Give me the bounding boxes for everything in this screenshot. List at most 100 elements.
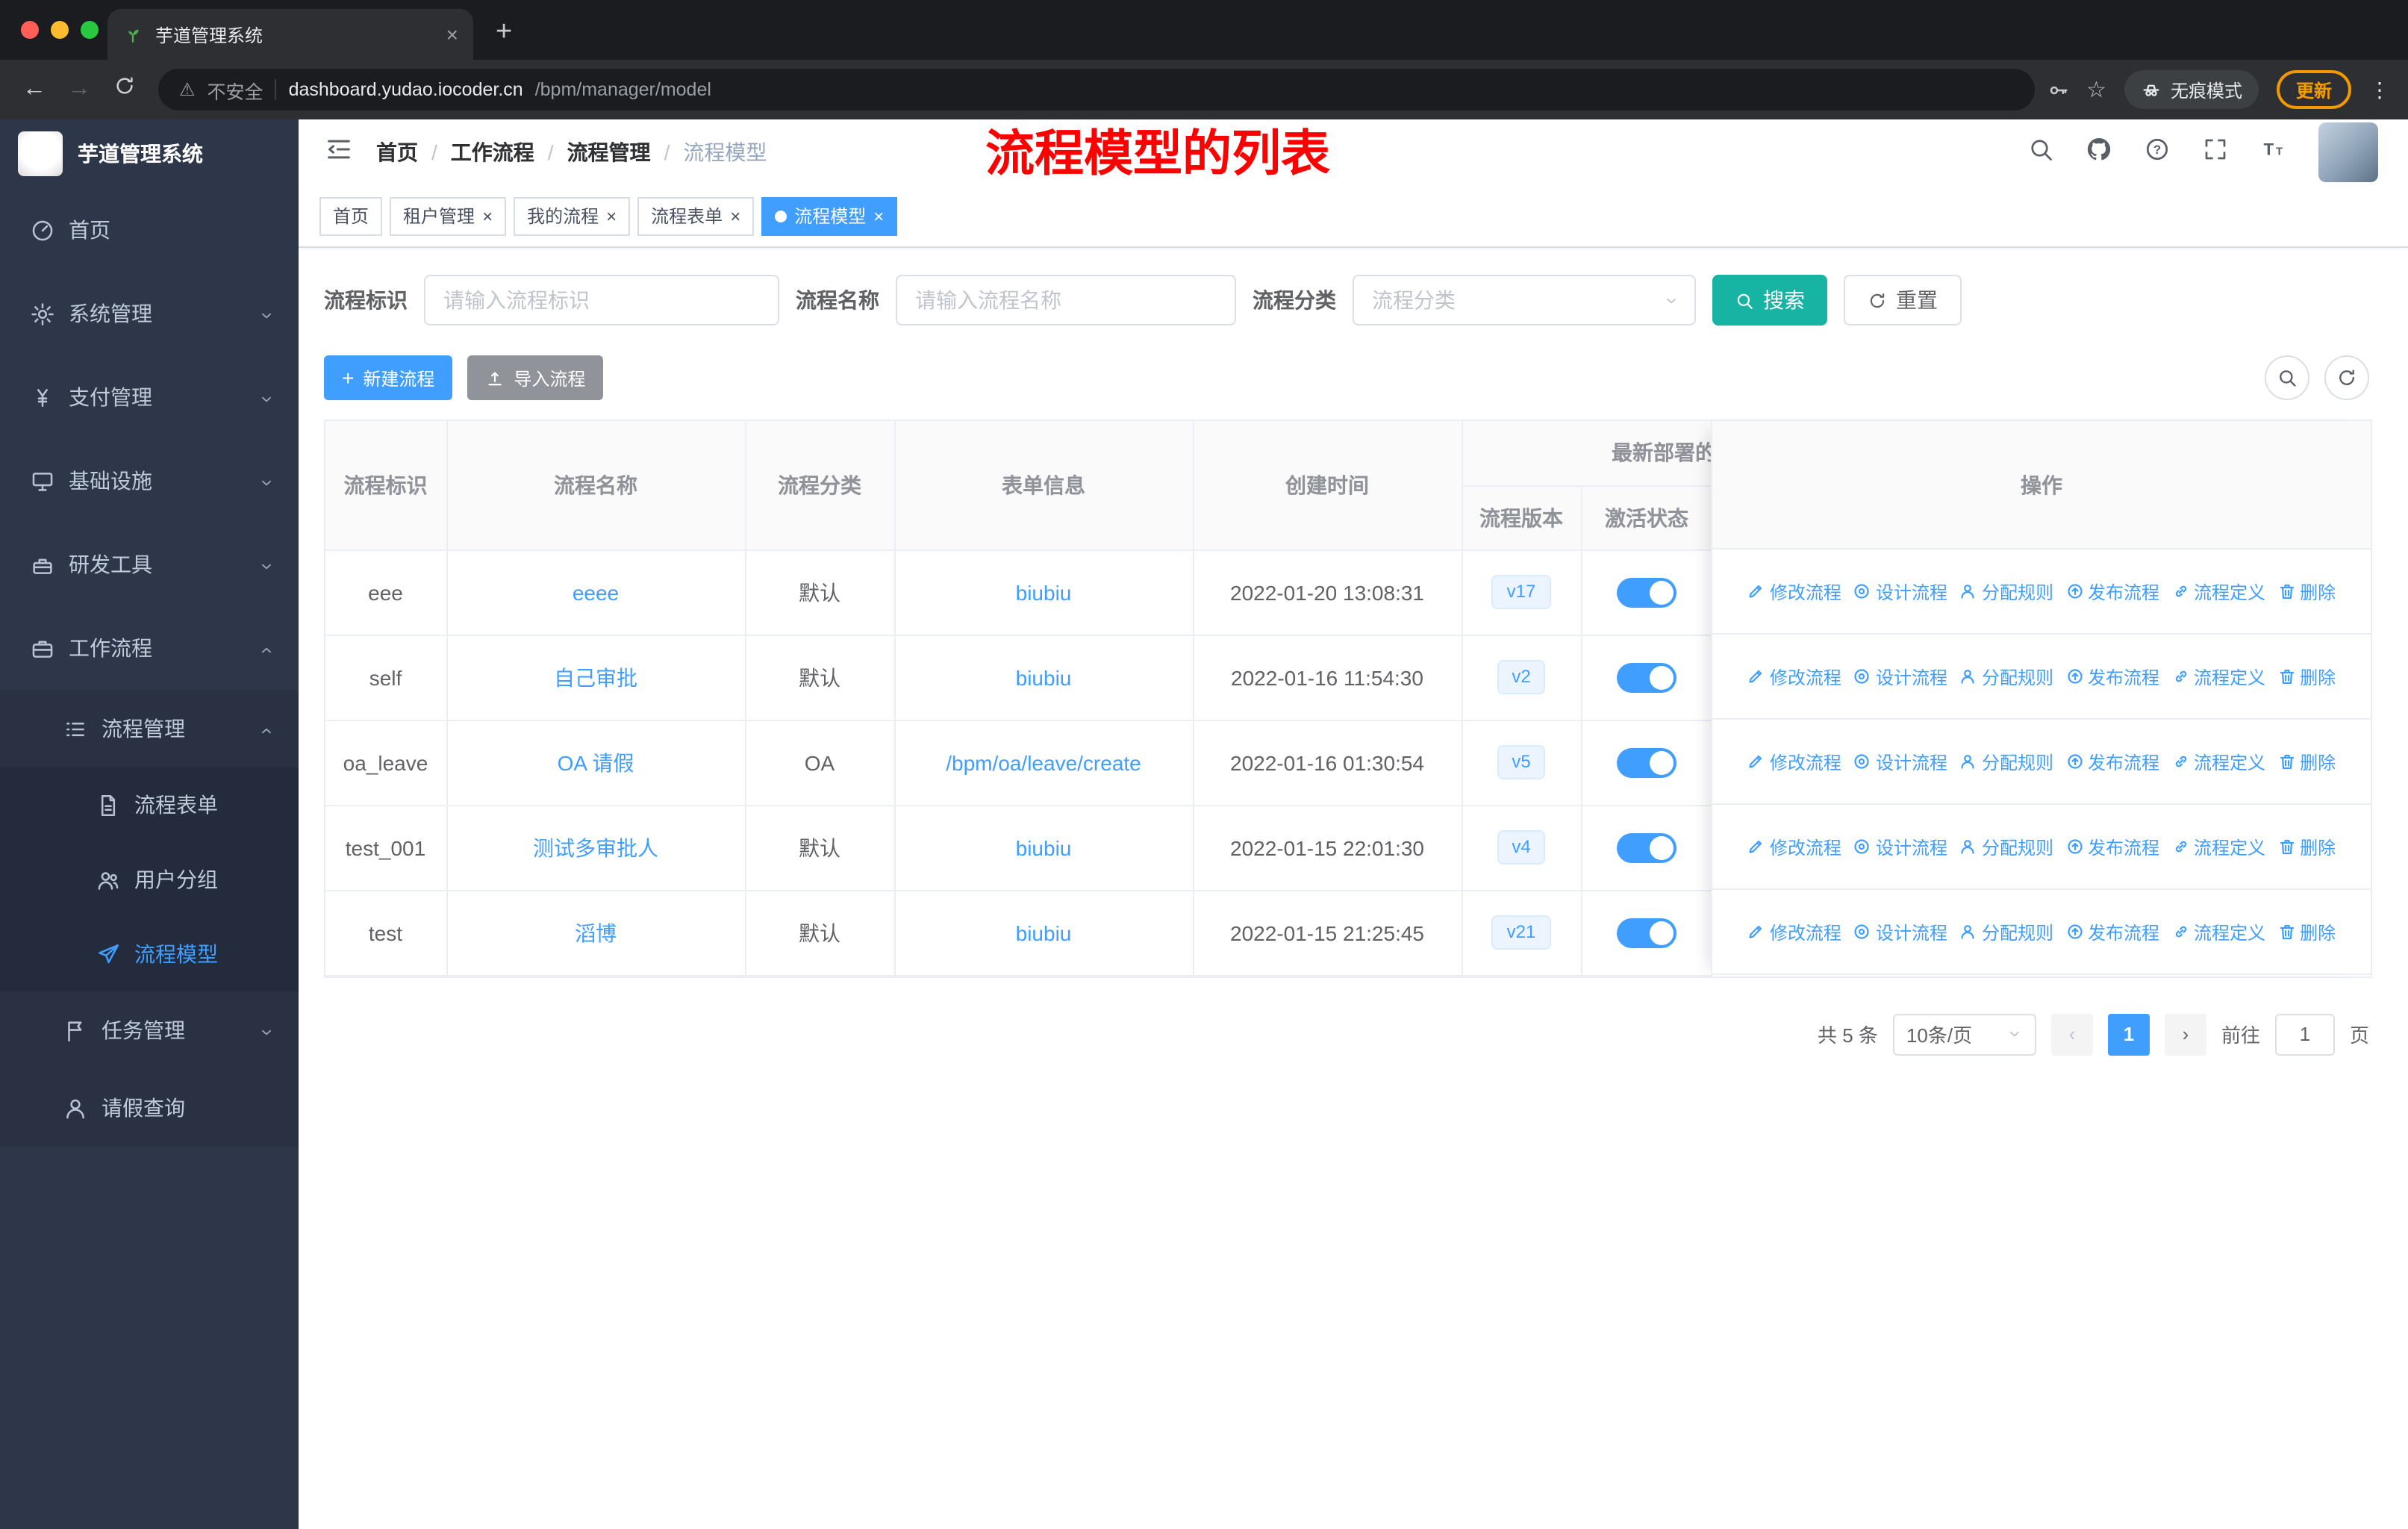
- category-select[interactable]: 流程分类: [1353, 275, 1696, 326]
- help-button[interactable]: [2144, 135, 2171, 169]
- process-name-link[interactable]: eeee: [573, 580, 619, 604]
- new-tab-button[interactable]: +: [496, 12, 512, 54]
- tag-home[interactable]: 首页: [319, 196, 383, 235]
- form-info-link[interactable]: biubiu: [1016, 580, 1072, 604]
- form-info-link[interactable]: biubiu: [1016, 665, 1072, 689]
- action-publish-link[interactable]: 发布流程: [2065, 749, 2159, 774]
- sidebar-item-payment[interactable]: 支付管理: [0, 355, 299, 439]
- action-delete-link[interactable]: 删除: [2277, 579, 2336, 604]
- tag-close-icon[interactable]: ×: [873, 207, 884, 225]
- tag-process-form[interactable]: 流程表单 ×: [637, 196, 755, 235]
- breadcrumb-item[interactable]: 工作流程: [451, 137, 534, 167]
- fullscreen-button[interactable]: [2202, 135, 2229, 169]
- action-definition-link[interactable]: 流程定义: [2171, 834, 2265, 859]
- process-name-link[interactable]: 自己审批: [554, 665, 637, 689]
- breadcrumb-item[interactable]: 流程管理: [567, 137, 651, 167]
- active-toggle[interactable]: [1617, 747, 1676, 777]
- browser-menu-icon[interactable]: ⋮: [2369, 77, 2390, 102]
- action-publish-link[interactable]: 发布流程: [2065, 579, 2159, 604]
- process-name-link[interactable]: 测试多审批人: [533, 835, 658, 859]
- action-design-link[interactable]: 设计流程: [1853, 919, 1947, 944]
- action-design-link[interactable]: 设计流程: [1853, 749, 1947, 774]
- form-info-link[interactable]: biubiu: [1016, 921, 1072, 944]
- browser-tab[interactable]: 芋道管理系统 ×: [107, 9, 473, 60]
- goto-page-input[interactable]: [2274, 1013, 2335, 1055]
- action-definition-link[interactable]: 流程定义: [2171, 749, 2265, 774]
- prev-page-button[interactable]: ‹: [2050, 1013, 2093, 1055]
- action-modify-link[interactable]: 修改流程: [1747, 919, 1841, 944]
- window-close-button[interactable]: [21, 21, 39, 39]
- window-minimize-button[interactable]: [51, 21, 69, 39]
- form-info-link[interactable]: biubiu: [1016, 835, 1072, 859]
- tab-close-icon[interactable]: ×: [446, 22, 458, 46]
- sidebar-item-leave-query[interactable]: 请假查询: [0, 1069, 299, 1147]
- browser-update-button[interactable]: 更新: [2276, 70, 2351, 109]
- action-assign-rule-link[interactable]: 分配规则: [1959, 749, 2053, 774]
- page-size-select[interactable]: 10条/页: [1892, 1013, 2036, 1055]
- reload-button[interactable]: [102, 75, 146, 105]
- search-button[interactable]: 搜索: [1712, 275, 1827, 326]
- action-modify-link[interactable]: 修改流程: [1747, 579, 1841, 604]
- action-assign-rule-link[interactable]: 分配规则: [1959, 579, 2053, 604]
- sidebar-item-workflow[interactable]: 工作流程: [0, 606, 299, 690]
- search-button[interactable]: [2027, 135, 2054, 169]
- action-publish-link[interactable]: 发布流程: [2065, 664, 2159, 689]
- action-assign-rule-link[interactable]: 分配规则: [1959, 919, 2053, 944]
- action-delete-link[interactable]: 删除: [2277, 664, 2336, 689]
- import-process-button[interactable]: 导入流程: [467, 355, 604, 400]
- process-name-input[interactable]: [896, 275, 1236, 326]
- action-delete-link[interactable]: 删除: [2277, 749, 2336, 774]
- sidebar-item-task-management[interactable]: 任务管理: [0, 991, 299, 1069]
- action-definition-link[interactable]: 流程定义: [2171, 919, 2265, 944]
- sidebar-item-process-model[interactable]: 流程模型: [0, 917, 299, 991]
- tag-close-icon[interactable]: ×: [606, 207, 617, 225]
- next-page-button[interactable]: ›: [2164, 1013, 2206, 1055]
- action-delete-link[interactable]: 删除: [2277, 919, 2336, 944]
- tag-tenant-management[interactable]: 租户管理 ×: [390, 196, 507, 235]
- tag-process-model[interactable]: 流程模型 ×: [761, 196, 898, 235]
- tag-close-icon[interactable]: ×: [730, 207, 740, 225]
- action-design-link[interactable]: 设计流程: [1853, 834, 1947, 859]
- font-size-button[interactable]: [2260, 135, 2287, 169]
- user-avatar[interactable]: [2318, 122, 2378, 182]
- reset-button[interactable]: 重置: [1844, 275, 1962, 326]
- forward-button[interactable]: →: [57, 76, 102, 103]
- create-process-button[interactable]: + 新建流程: [324, 355, 453, 400]
- tag-my-process[interactable]: 我的流程 ×: [514, 196, 631, 235]
- password-key-icon[interactable]: [2046, 78, 2068, 101]
- action-modify-link[interactable]: 修改流程: [1747, 749, 1841, 774]
- process-name-link[interactable]: OA 请假: [558, 750, 634, 774]
- window-zoom-button[interactable]: [81, 21, 99, 39]
- sidebar-item-home[interactable]: 首页: [0, 188, 299, 272]
- github-button[interactable]: [2086, 135, 2112, 169]
- sidebar-item-infrastructure[interactable]: 基础设施: [0, 439, 299, 523]
- action-modify-link[interactable]: 修改流程: [1747, 834, 1841, 859]
- process-name-link[interactable]: 滔博: [575, 921, 617, 944]
- active-toggle[interactable]: [1617, 918, 1676, 947]
- sidebar-item-system[interactable]: 系统管理: [0, 272, 299, 355]
- action-definition-link[interactable]: 流程定义: [2171, 664, 2265, 689]
- action-publish-link[interactable]: 发布流程: [2065, 919, 2159, 944]
- tag-close-icon[interactable]: ×: [482, 207, 493, 225]
- active-toggle[interactable]: [1617, 662, 1676, 692]
- action-delete-link[interactable]: 删除: [2277, 834, 2336, 859]
- action-publish-link[interactable]: 发布流程: [2065, 834, 2159, 859]
- incognito-badge[interactable]: 无痕模式: [2124, 70, 2259, 109]
- sidebar-item-process-management[interactable]: 流程管理: [0, 690, 299, 767]
- toggle-search-button[interactable]: [2265, 355, 2309, 400]
- sidebar-fold-icon[interactable]: [324, 134, 354, 171]
- bookmark-star-icon[interactable]: ☆: [2086, 76, 2106, 103]
- action-assign-rule-link[interactable]: 分配规则: [1959, 834, 2053, 859]
- action-modify-link[interactable]: 修改流程: [1747, 664, 1841, 689]
- form-info-link[interactable]: /bpm/oa/leave/create: [946, 750, 1141, 774]
- action-design-link[interactable]: 设计流程: [1853, 579, 1947, 604]
- breadcrumb-item[interactable]: 首页: [376, 137, 418, 167]
- sidebar-item-user-group[interactable]: 用户分组: [0, 842, 299, 917]
- action-design-link[interactable]: 设计流程: [1853, 664, 1947, 689]
- process-key-input[interactable]: [424, 275, 779, 326]
- sidebar-item-process-form[interactable]: 流程表单: [0, 767, 299, 842]
- page-button-1[interactable]: 1: [2107, 1013, 2150, 1055]
- active-toggle[interactable]: [1617, 577, 1676, 607]
- address-bar[interactable]: ⚠ 不安全 dashboard.yudao.iocoder.cn /bpm/ma…: [158, 69, 2035, 110]
- back-button[interactable]: ←: [12, 76, 57, 103]
